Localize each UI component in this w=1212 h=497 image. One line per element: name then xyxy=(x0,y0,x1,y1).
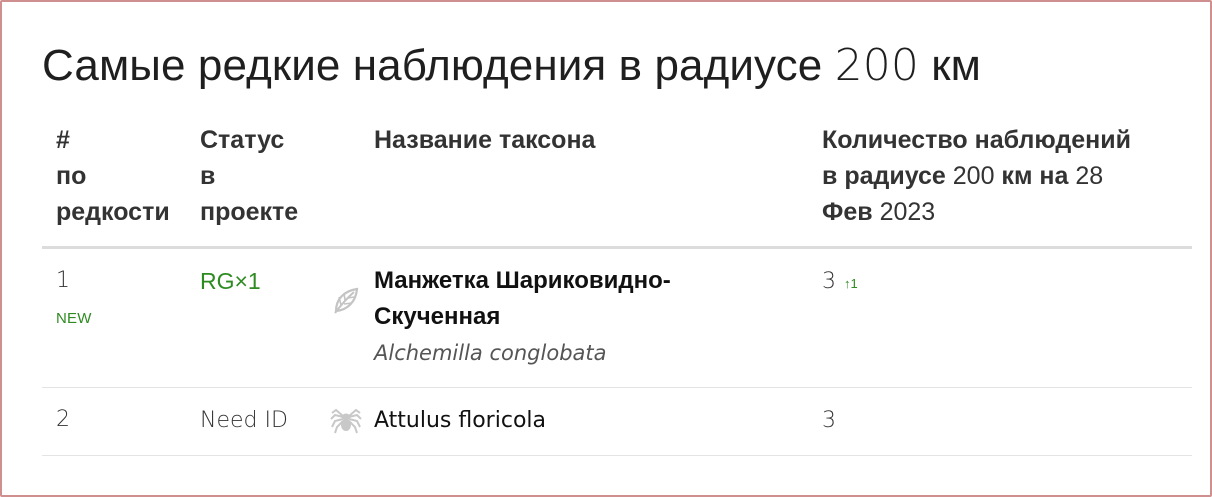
header-status-line2: в xyxy=(200,162,216,190)
header-taxon-name[interactable]: Название таксона xyxy=(360,122,808,249)
header-count-month: Фев xyxy=(822,198,873,226)
page-title-text: Самые редкие наблюдения в радиусе xyxy=(42,41,835,90)
taxon-cell[interactable]: Манжетка Шариковидно-Скученная Alchemill… xyxy=(360,247,808,388)
page-title-radius: 200 xyxy=(834,40,919,91)
taxon-name[interactable]: Attulus floricola xyxy=(374,408,546,433)
count-change-badge: ↑1 xyxy=(844,276,858,291)
header-rank-line1: # xyxy=(56,126,70,154)
page-title: Самые редкие наблюдения в радиусе 200 км xyxy=(42,40,981,91)
header-status[interactable]: Статус в проекте xyxy=(186,122,330,249)
count-cell: 3 ↑1 xyxy=(808,247,1192,388)
observation-count: 3 xyxy=(822,408,836,433)
taxon-scientific-name[interactable]: Alchemilla conglobata xyxy=(374,335,794,371)
table-row[interactable]: 1 NEW RG×1 Манжетка Шариковидно-Скученна… xyxy=(42,247,1192,388)
header-rank-line2: по xyxy=(56,162,87,190)
header-count[interactable]: Количество наблюдений в радиусе 200 км н… xyxy=(808,122,1192,249)
icon-cell xyxy=(330,387,362,456)
header-rank[interactable]: # по редкости xyxy=(42,122,186,249)
header-count-part-km: км на xyxy=(994,162,1076,190)
page-frame: Самые редкие наблюдения в радиусе 200 км… xyxy=(0,0,1212,497)
header-count-day: 28 xyxy=(1075,162,1104,190)
status-need-id[interactable]: Need ID xyxy=(200,408,288,433)
page-title-unit: км xyxy=(918,41,981,90)
status-research-grade[interactable]: RG×1 xyxy=(200,268,261,294)
status-cell: RG×1 xyxy=(186,247,330,388)
header-rank-line3: редкости xyxy=(56,198,170,226)
header-count-line1: Количество наблюдений xyxy=(822,126,1131,154)
rank-number: 2 xyxy=(56,407,70,432)
spider-icon xyxy=(330,404,362,434)
header-count-part-radius: в радиусе xyxy=(822,162,953,190)
table-row[interactable]: 2 Need ID Attulus floricola 3 xyxy=(42,387,1192,456)
taxon-common-name[interactable]: Манжетка Шариковидно-Скученная xyxy=(374,263,794,335)
rank-cell: 1 NEW xyxy=(42,247,186,388)
header-count-year: 2023 xyxy=(872,198,936,226)
rank-number: 1 xyxy=(56,268,70,293)
taxon-cell[interactable]: Attulus floricola xyxy=(360,387,808,456)
observation-count: 3 xyxy=(822,269,836,294)
header-count-radius-num: 200 xyxy=(952,162,995,190)
header-icon-spacer xyxy=(330,122,360,249)
header-status-line3: проекте xyxy=(200,198,299,226)
status-cell: Need ID xyxy=(186,387,330,456)
rank-cell: 2 xyxy=(42,387,186,456)
new-badge: NEW xyxy=(56,310,92,327)
table-header-row: # по редкости Статус в проекте Название … xyxy=(42,122,1192,249)
rarest-observations-table: # по редкости Статус в проекте Название … xyxy=(42,122,1192,456)
count-cell: 3 xyxy=(808,387,1192,456)
plant-leaf-icon xyxy=(330,285,360,315)
header-status-line1: Статус xyxy=(200,126,285,154)
icon-cell xyxy=(330,247,360,388)
